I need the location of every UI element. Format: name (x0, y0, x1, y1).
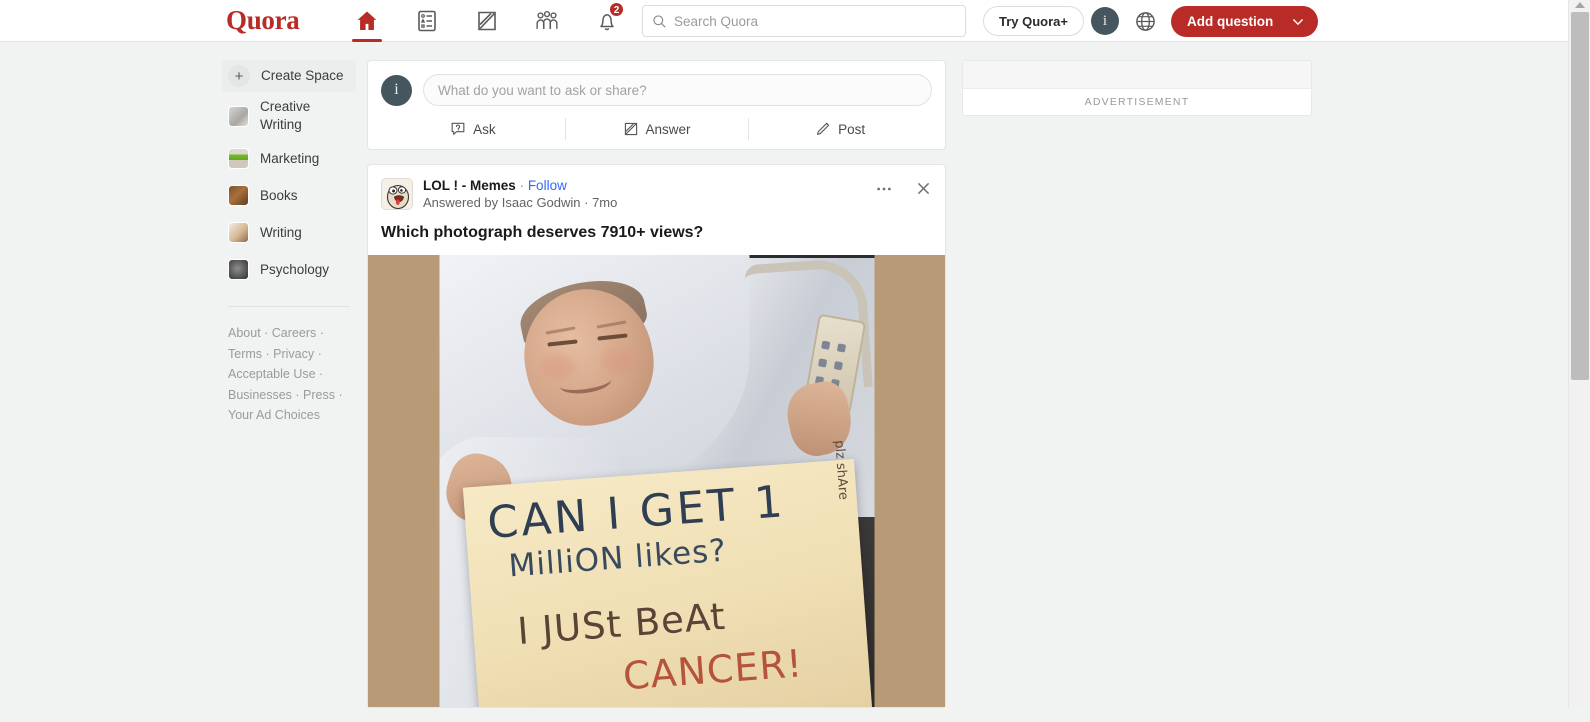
post-space-line: LOL ! - Memes · Follow (423, 178, 865, 193)
footer-link-line[interactable]: Your Ad Choices (228, 408, 320, 422)
quora-logo[interactable]: Quora (226, 5, 300, 36)
right-rail: ADVERTISEMENT (962, 60, 1312, 116)
composer-row: i (381, 74, 932, 106)
notification-badge: 2 (609, 2, 624, 17)
create-space-button[interactable]: + Create Space (222, 60, 356, 92)
post-media-letterbox: CAN I GET 1 MilliON likes? I JUSt BeAt C… (368, 255, 945, 707)
meta-separator: · (519, 178, 525, 193)
post-title[interactable]: Which photograph deserves 7910+ views? (368, 210, 945, 255)
space-name[interactable]: LOL ! - Memes (423, 178, 516, 193)
try-quora-plus-button[interactable]: Try Quora+ (983, 6, 1084, 36)
search-input[interactable] (674, 13, 956, 29)
sidebar-divider (228, 306, 350, 307)
try-quora-plus-label: Try Quora+ (999, 13, 1068, 29)
navbar-icon-group: 2 (346, 0, 628, 42)
sidebar-item-creative-writing[interactable]: Creative Writing (222, 92, 356, 140)
post-header: LOL ! - Memes · Follow Answered by Isaac… (368, 165, 945, 210)
advertisement-box: ADVERTISEMENT (962, 60, 1312, 116)
add-question-button[interactable]: Add question (1171, 6, 1319, 37)
composer-card: i Ask (367, 60, 946, 150)
post-pencil-icon (817, 122, 830, 135)
sidebar-footer-links: About · Careers · Terms · Privacy · Acce… (222, 323, 348, 426)
more-options-icon[interactable] (875, 180, 893, 203)
sign-line-1: CAN I GET 1 (485, 476, 787, 549)
globe-glyph (1135, 11, 1155, 31)
marketing-thumb-icon (228, 148, 249, 169)
post-meta: LOL ! - Memes · Follow Answered by Isaac… (423, 178, 865, 210)
space-avatar[interactable] (381, 178, 413, 210)
answers-glyph (418, 10, 436, 32)
create-space-label: Create Space (261, 68, 344, 84)
footer-link-line[interactable]: Businesses · Press · (228, 388, 343, 402)
ask-question-icon (451, 122, 465, 135)
post-tools (875, 178, 932, 210)
sidebar-item-marketing[interactable]: Marketing (222, 140, 356, 177)
search-icon (653, 14, 666, 28)
notifications-icon[interactable]: 2 (586, 0, 628, 42)
footer-link-line[interactable]: Terms · Privacy · (228, 347, 322, 361)
search-box[interactable] (642, 5, 966, 37)
spaces-icon[interactable] (526, 0, 568, 42)
top-navbar: Quora 2 Search Quora Try Quora+ i Add qu… (0, 0, 1568, 42)
lol-meme-face-icon (382, 179, 412, 209)
sidebar-item-label: Marketing (260, 150, 320, 166)
composer-avatar[interactable]: i (381, 74, 412, 106)
advertisement-label: ADVERTISEMENT (1084, 96, 1190, 108)
main-feed: i Ask (367, 60, 946, 722)
composer-input[interactable] (438, 82, 917, 98)
post-byline: Answered by Isaac Godwin · 7mo (423, 195, 618, 210)
sidebar-item-label: Creative Writing (260, 99, 311, 132)
advertisement-slot[interactable] (963, 61, 1311, 89)
footer-link-line[interactable]: About · Careers · (228, 326, 324, 340)
answer-pencil-icon (624, 122, 637, 136)
page-body: + Create Space Creative Writing Marketin… (0, 42, 1568, 708)
answer-label: Answer (645, 121, 691, 137)
composer-avatar-initial: i (394, 81, 399, 98)
ask-label: Ask (473, 121, 496, 137)
left-sidebar: + Create Space Creative Writing Marketin… (222, 60, 356, 426)
follow-link[interactable]: Follow (528, 178, 567, 193)
answers-icon[interactable] (406, 0, 448, 42)
creative-writing-thumb-icon (228, 105, 249, 127)
sidebar-item-label: Writing (260, 224, 302, 240)
chevron-down-icon (1293, 18, 1304, 25)
plus-icon: + (228, 65, 250, 87)
globe-icon[interactable] (1131, 7, 1159, 35)
footer-link-line[interactable]: Acceptable Use · (228, 367, 323, 381)
page-scrollbar[interactable] (1568, 0, 1590, 708)
sidebar-item-psychology[interactable]: Psychology (222, 251, 356, 288)
sign-line-4: CANCER! (621, 641, 804, 699)
post-label: Post (838, 121, 866, 137)
post-photo[interactable]: CAN I GET 1 MilliON likes? I JUSt BeAt C… (439, 255, 874, 707)
sidebar-item-label: Books (260, 187, 298, 203)
handwritten-sign: CAN I GET 1 MilliON likes? I JUSt BeAt C… (462, 440, 872, 707)
user-avatar[interactable]: i (1091, 7, 1119, 35)
spaces-glyph (536, 11, 558, 29)
user-avatar-initial: i (1102, 12, 1108, 29)
writing-thumb-icon (228, 222, 249, 243)
ask-button[interactable]: Ask (381, 109, 565, 149)
post-button[interactable]: Post (748, 109, 932, 149)
write-glyph (478, 11, 496, 31)
sidebar-item-label: Psychology (260, 261, 330, 277)
home-glyph (357, 11, 377, 30)
scrollbar-thumb[interactable] (1571, 12, 1589, 380)
home-icon[interactable] (346, 0, 388, 42)
add-question-label: Add question (1187, 14, 1274, 29)
books-thumb-icon (228, 185, 249, 206)
close-icon[interactable] (915, 180, 932, 202)
feed-post-card: LOL ! - Memes · Follow Answered by Isaac… (367, 164, 946, 708)
close-glyph (917, 182, 930, 195)
psychology-thumb-icon (228, 259, 249, 280)
write-icon[interactable] (466, 0, 508, 42)
sidebar-item-books[interactable]: Books (222, 177, 356, 214)
composer-actions: Ask Answer Post (381, 109, 932, 149)
scroll-up-arrow-icon[interactable] (1575, 2, 1585, 8)
sign-line-3: I JUSt BeAt (515, 594, 727, 654)
composer-input-wrapper[interactable] (423, 74, 932, 106)
more-options-glyph (877, 187, 891, 191)
sidebar-item-writing[interactable]: Writing (222, 214, 356, 251)
answer-button[interactable]: Answer (564, 109, 749, 149)
